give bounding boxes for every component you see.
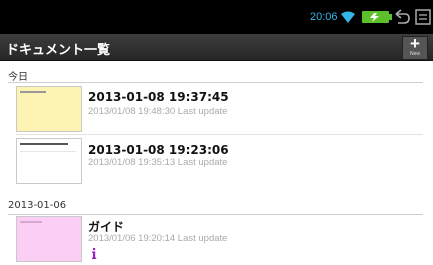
list-item[interactable]: 2013-01-08 19:37:45 2013/01/08 19:48:30 … <box>0 84 433 135</box>
document-thumbnail <box>16 138 82 184</box>
wifi-icon <box>341 11 355 23</box>
back-icon[interactable] <box>393 8 411 26</box>
document-thumbnail <box>16 216 82 262</box>
page-title: ドキュメント一覧 <box>6 43 111 58</box>
section-header-today: 今日 <box>0 67 433 83</box>
document-last-update: 2013/01/06 19:20:14 Last update <box>88 233 228 244</box>
section-header-label: 2013-01-06 <box>8 200 67 211</box>
new-document-button[interactable]: + New <box>402 34 428 60</box>
status-time: 20:06 <box>310 11 338 23</box>
document-thumbnail <box>16 86 82 132</box>
document-title: 2013-01-08 19:23:06 <box>88 143 229 157</box>
document-last-update: 2013/01/08 19:35:13 Last update <box>88 157 228 168</box>
info-icon <box>92 248 97 259</box>
list-item[interactable]: ガイド 2013/01/06 19:20:14 Last update <box>0 215 433 265</box>
section-divider <box>8 82 423 83</box>
document-title: 2013-01-08 19:37:45 <box>88 90 229 104</box>
document-last-update: 2013/01/08 19:48:30 Last update <box>88 106 228 117</box>
status-bar: 20:06 <box>0 0 433 34</box>
section-header-label: 今日 <box>8 72 28 83</box>
new-button-label: New <box>409 51 420 57</box>
list-item[interactable]: 2013-01-08 19:23:06 2013/01/08 19:35:13 … <box>0 135 433 187</box>
section-header-date: 2013-01-06 <box>0 199 433 215</box>
menu-icon[interactable] <box>414 8 432 26</box>
battery-icon <box>362 11 392 23</box>
action-bar: ドキュメント一覧 + New <box>0 34 433 61</box>
